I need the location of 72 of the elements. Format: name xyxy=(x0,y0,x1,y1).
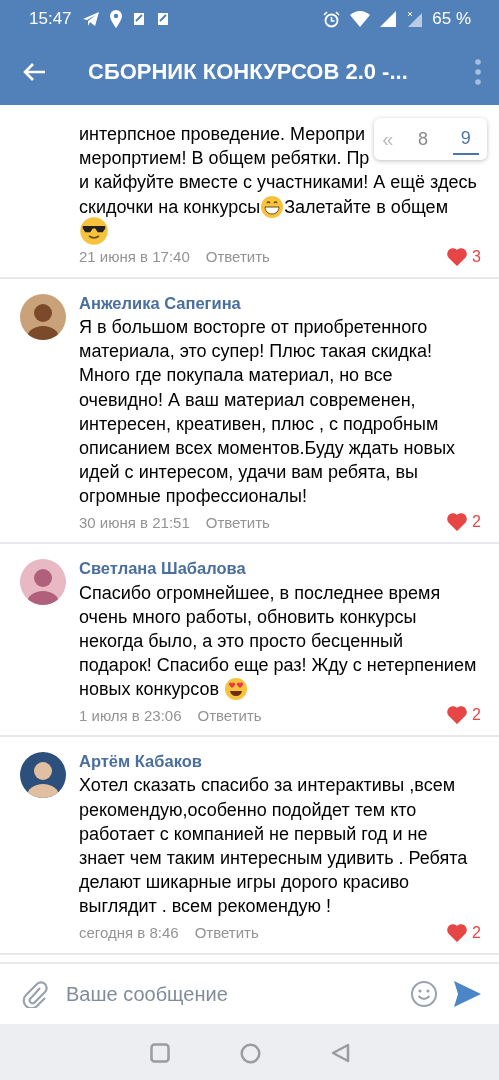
back-triangle-icon[interactable] xyxy=(330,1043,350,1063)
comment-text: интерпсное проведение. Меропри xyxy=(79,123,366,147)
avatar[interactable] xyxy=(20,559,66,606)
comment-text: огромные профессионалы! xyxy=(79,485,307,509)
message-field[interactable]: Ваше сообщение xyxy=(64,981,394,1007)
wifi-icon xyxy=(350,11,371,27)
notification-icon xyxy=(155,11,170,27)
sunglasses-emoji-icon xyxy=(79,215,109,246)
comment-text: делают шикарные игры дорого красиво xyxy=(79,871,410,895)
home-circle-icon[interactable] xyxy=(239,1042,261,1064)
comment-text: очень много работы, обновить конкурсы xyxy=(79,605,417,629)
reply-link[interactable]: Ответить xyxy=(197,706,262,724)
reply-link[interactable]: Ответить xyxy=(205,248,270,266)
comment-date: 21 июня в 17:40 xyxy=(79,248,190,266)
more-menu-icon[interactable] xyxy=(475,58,481,85)
comment-text: описанием всех моментов.Буду ждать новых xyxy=(79,436,456,460)
status-time: 15:47 xyxy=(29,9,72,29)
battery-level: 65 % xyxy=(432,9,471,29)
comment-text: работает с компанией не первый год и не xyxy=(79,822,428,846)
heart-eyes-emoji-icon xyxy=(224,677,249,702)
comment-text: скидочки на конкурсы xyxy=(79,195,261,219)
comment-text: некогда было, а это просто бесценный xyxy=(79,629,404,653)
signal-icon xyxy=(380,11,397,27)
comment-text: материала, это супер! Плюс такая скидка! xyxy=(79,340,432,364)
comment-text: новых конкурсов xyxy=(79,678,221,702)
comment-date: 1 июля в 23:06 xyxy=(79,706,182,724)
heart-icon[interactable] xyxy=(447,923,468,942)
paperclip-icon[interactable] xyxy=(22,980,48,1008)
reply-link[interactable]: Ответить xyxy=(194,924,259,941)
comment-text: меропртием! В общем ребятки. Пр xyxy=(79,147,370,171)
comment-date: сегодня в 8:46 xyxy=(79,924,179,941)
comment-text: очевидно! А ваш материал современен, xyxy=(79,388,416,412)
comment-text: выглядит . всем рекомендую ! xyxy=(79,895,331,919)
comment-text: подарок! Спасибо еще раз! Жду с нетерпением xyxy=(79,654,477,678)
heart-icon[interactable] xyxy=(447,513,468,532)
page-title: СБОРНИК КОНКУРСОВ 2.0 -... xyxy=(88,58,409,85)
signal-icon xyxy=(406,11,423,27)
author-name[interactable]: Светлана Шабалова xyxy=(79,556,246,581)
comment-text: рекомендую,особенно подойдет тем кто xyxy=(79,798,417,822)
page-link[interactable]: 9 xyxy=(452,123,479,155)
smiley-icon[interactable] xyxy=(410,980,438,1008)
grinning-emoji-icon xyxy=(260,194,285,219)
like-count: 2 xyxy=(472,923,481,942)
like-count: 2 xyxy=(472,513,481,532)
comment-date: 30 июня в 21:51 xyxy=(79,513,190,531)
comment-text: знает чем таким интересным удивить . Ребята xyxy=(79,847,468,871)
comment-text: Я в большом восторге от приобретенного xyxy=(79,316,428,340)
alarm-icon xyxy=(323,10,341,28)
first-page-link[interactable]: « xyxy=(382,127,394,151)
author-name[interactable]: Анжелика Сапегина xyxy=(79,290,241,315)
like-count: 2 xyxy=(472,706,481,725)
page-link[interactable]: 8 xyxy=(410,124,437,154)
back-arrow-icon[interactable] xyxy=(22,61,46,82)
heart-icon[interactable] xyxy=(447,247,468,266)
comment-text: идей с интересом, удачи вам ребята, вы xyxy=(79,461,419,485)
comment-text: и кайфуйте вместе с участниками! А ещё здесь xyxy=(79,171,477,195)
avatar[interactable] xyxy=(20,293,66,340)
send-icon[interactable] xyxy=(454,981,481,1007)
reply-link[interactable]: Ответить xyxy=(205,513,270,531)
telegram-plane-icon xyxy=(81,11,100,27)
comment-text: интересен, креативен, плюс , с подробным xyxy=(79,412,439,436)
author-name[interactable]: Артём Кабаков xyxy=(79,749,202,774)
heart-icon[interactable] xyxy=(447,706,468,725)
comment-text: Много где покупала материал, но все xyxy=(79,364,393,388)
comment-text: Спасибо огромнейшее, в последнее время xyxy=(79,581,441,605)
comment-text: Хотел сказать спасибо за интерактивы ,всем xyxy=(79,774,456,798)
like-count: 3 xyxy=(472,247,481,266)
notification-icon xyxy=(131,11,146,27)
avatar[interactable] xyxy=(20,752,66,799)
location-pin-icon xyxy=(109,10,122,28)
comment-text: Залетайте в общем xyxy=(284,195,448,219)
recents-square-icon[interactable] xyxy=(149,1043,170,1063)
